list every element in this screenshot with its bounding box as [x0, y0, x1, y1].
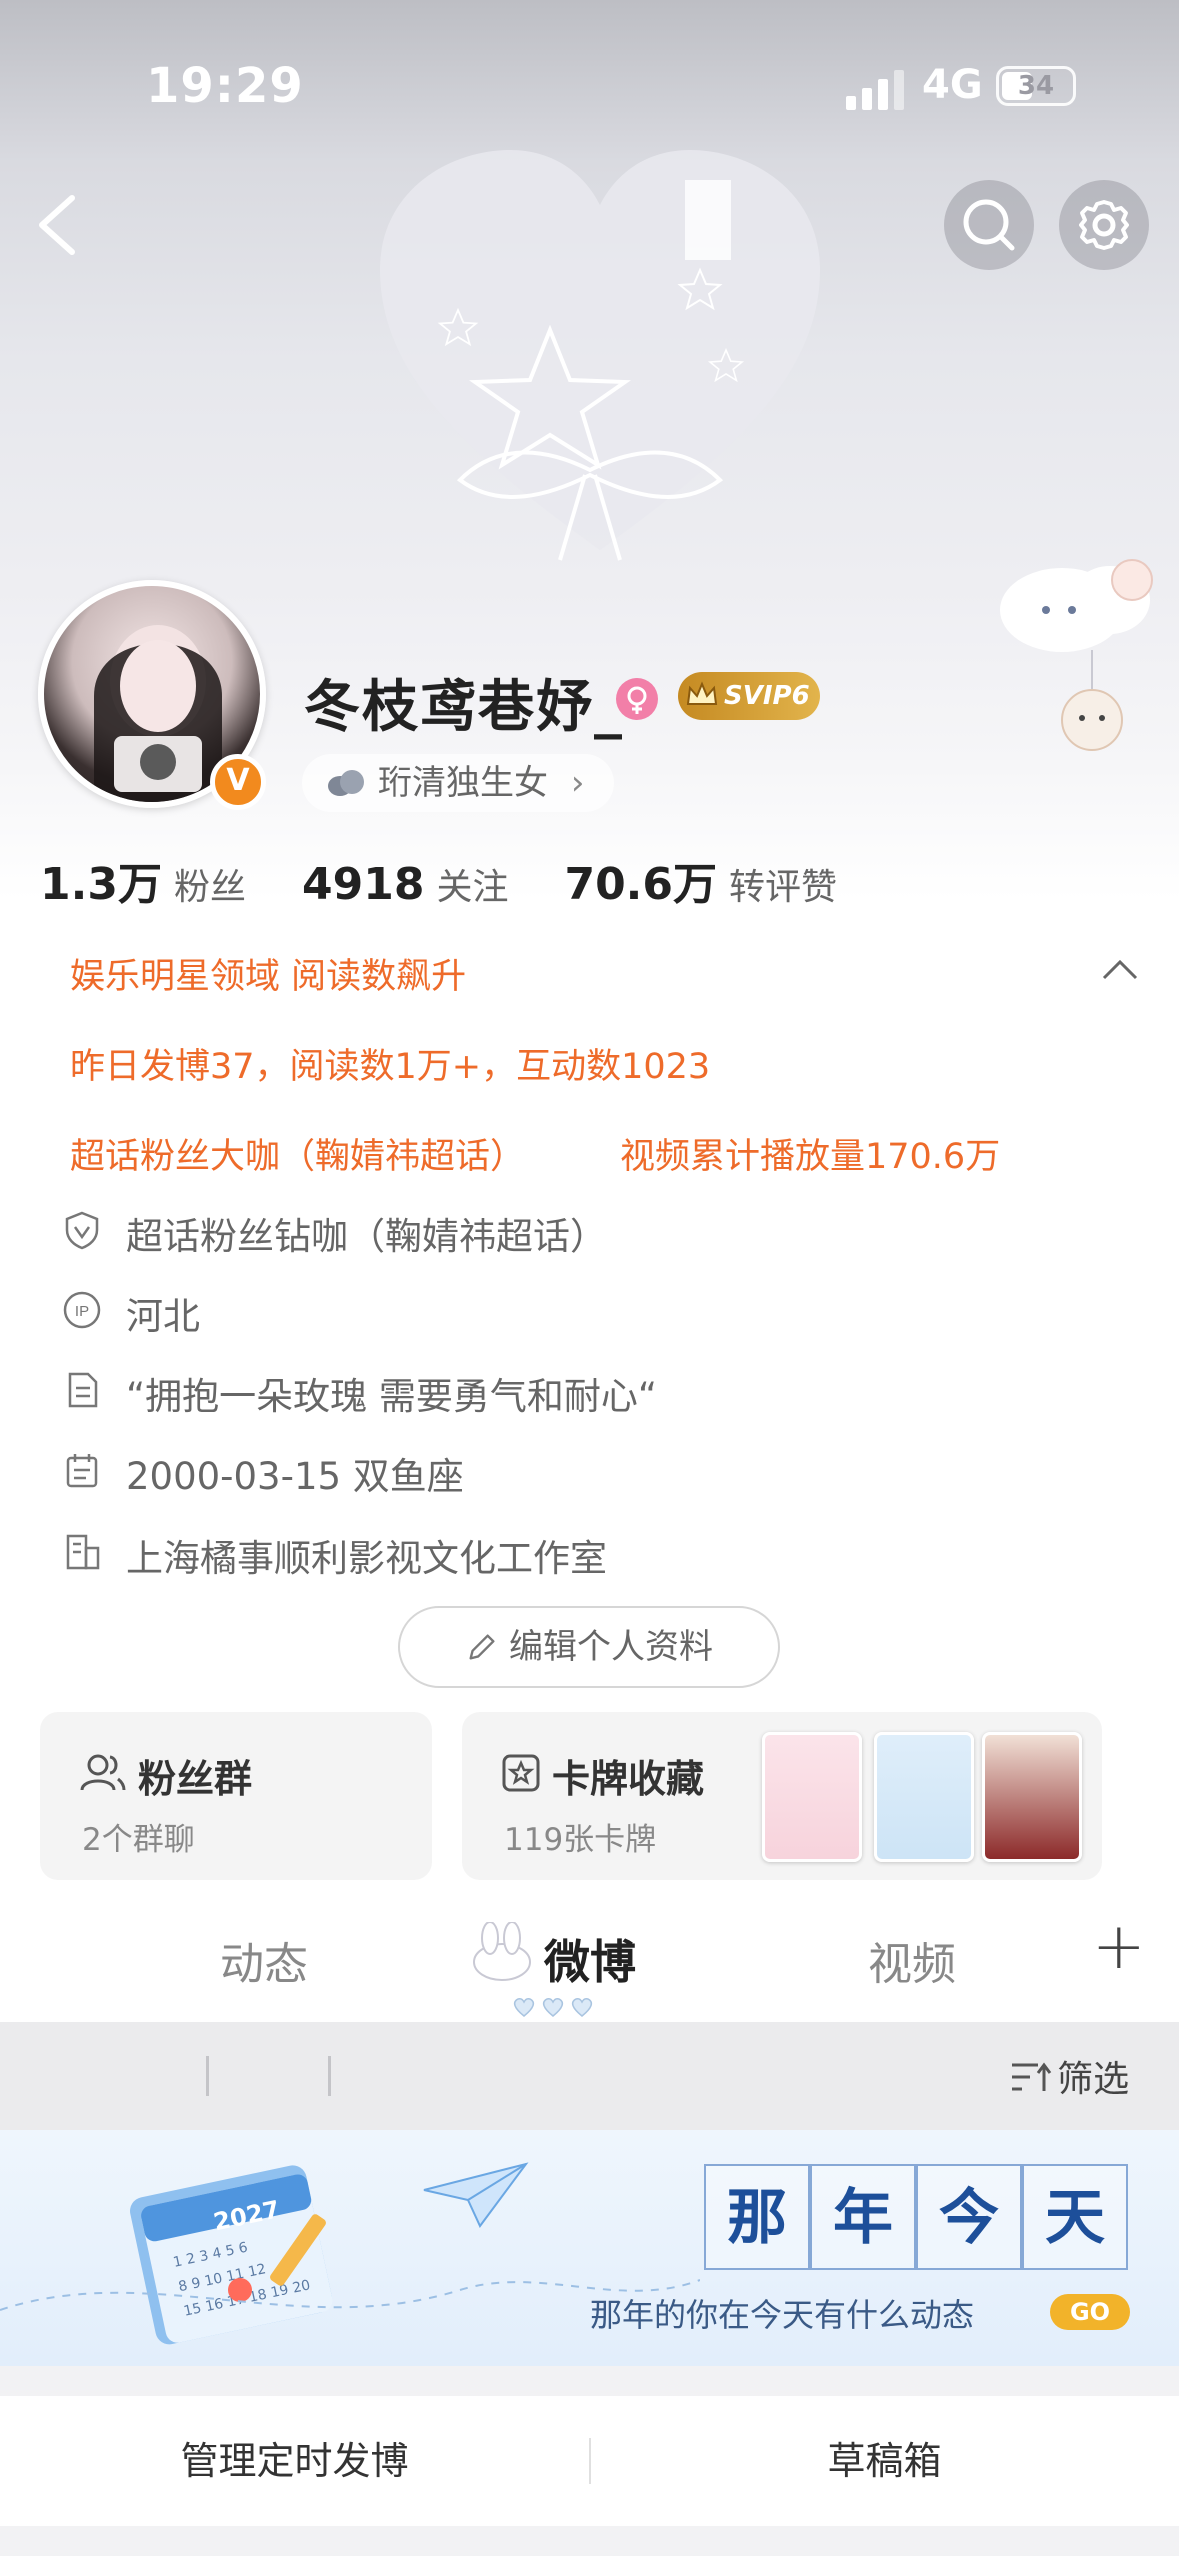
- filter-label: 筛选: [1057, 2059, 1130, 2100]
- fan-group-title: 粉丝群: [138, 1757, 253, 1801]
- collection-card-thumbnail: [874, 1732, 974, 1862]
- back-arrow-icon[interactable]: [28, 190, 88, 260]
- title-char: 天: [1022, 2164, 1128, 2270]
- collection-card-thumbnail: [762, 1732, 862, 1862]
- cloud-sticker-decoration: [1000, 559, 1153, 751]
- identity-tag-label: 珩清独生女: [378, 763, 548, 803]
- post-management-bar: 管理定时发博 草稿箱: [0, 2396, 1179, 2526]
- identity-tag-chip[interactable]: 珩清独生女 ›: [302, 754, 615, 812]
- info-birthday: 2000-03-15 双鱼座: [126, 1455, 464, 1498]
- highlight-field-trend: 娱乐明星领域 阅读数飙升: [70, 957, 467, 997]
- stat-label: 粉丝: [173, 867, 246, 908]
- paper-plane-icon: [423, 2162, 529, 2228]
- on-this-day-banner[interactable]: 2027 1 2 3 4 5 6 8 9 10 11 12 15 16 17 1…: [0, 2130, 1179, 2366]
- card-collection-card[interactable]: 卡牌收藏 119张卡牌: [462, 1712, 1102, 1880]
- go-button[interactable]: GO: [1050, 2294, 1130, 2330]
- card-collection-subtitle: 119张卡牌: [504, 1822, 657, 1858]
- stat-likes[interactable]: 70.6万 转评赞: [564, 848, 837, 912]
- fan-group-subtitle: 2个群聊: [82, 1822, 195, 1858]
- highlight-video-plays: 视频累计播放量170.6万: [620, 1137, 1001, 1177]
- stat-label: 关注: [436, 867, 509, 908]
- search-icon: [963, 199, 1015, 251]
- group-people-icon: [80, 1754, 126, 1791]
- bio-document-icon: [68, 1372, 98, 1408]
- chevron-right-icon: ›: [570, 763, 585, 803]
- username: 冬枝鸢巷妤_: [304, 675, 624, 740]
- collection-card-thumbnail: [982, 1732, 1082, 1862]
- calendar-icon: [66, 1454, 98, 1488]
- filter-sort-icon: [1012, 2062, 1052, 2091]
- company-building-icon: [66, 1534, 100, 1570]
- stat-value: 1.3万: [40, 859, 162, 910]
- svg-text:IP: IP: [75, 1303, 89, 1320]
- highlight-super-topic: 超话粉丝大咖（鞠婧祎超话）: [70, 1137, 526, 1177]
- title-char: 那: [704, 2164, 810, 2270]
- edit-profile-label: 编辑个人资料: [509, 1627, 713, 1667]
- bunny-icon: [473, 1922, 531, 1981]
- info-ip-location: 河北: [126, 1295, 200, 1338]
- status-time: 19:29: [146, 58, 304, 114]
- on-this-day-subtitle: 那年的你在今天有什么动态: [590, 2296, 975, 2334]
- battery-level: 34: [1017, 71, 1055, 101]
- section-divider: [0, 2366, 1179, 2396]
- search-button[interactable]: [944, 180, 1034, 270]
- stat-following[interactable]: 4918 关注: [302, 858, 508, 910]
- female-gender-icon: [616, 678, 658, 720]
- crown-icon: [686, 681, 718, 705]
- filter-button[interactable]: 筛选: [1008, 2050, 1129, 2100]
- svip-label: SVIP6: [724, 681, 810, 711]
- tab-video[interactable]: 视频: [868, 1928, 956, 1992]
- stat-label: 转评赞: [729, 867, 838, 908]
- settings-button[interactable]: [1059, 180, 1149, 270]
- pencil-icon: [469, 1634, 495, 1660]
- edit-profile-button[interactable]: 编辑个人资料: [398, 1606, 780, 1688]
- fan-group-card[interactable]: 粉丝群 2个群聊: [40, 1712, 432, 1880]
- ip-location-icon: IP: [63, 1291, 101, 1329]
- shield-v-icon: [65, 1211, 99, 1250]
- tab-feed[interactable]: 动态: [220, 1928, 308, 1992]
- scheduled-posts-button[interactable]: 管理定时发博: [0, 2396, 589, 2526]
- highlight-yesterday-stats: 昨日发博37，阅读数1万+，互动数1023: [70, 1047, 711, 1087]
- info-company: 上海橘事顺利影视文化工作室: [126, 1537, 607, 1580]
- cloud-icon: [328, 770, 364, 796]
- card-collection-title: 卡牌收藏: [552, 1757, 705, 1801]
- battery-icon: 34: [996, 66, 1076, 106]
- filter-bar: 筛选: [0, 2022, 1179, 2130]
- divider: [206, 2056, 209, 2096]
- stat-value: 70.6万: [564, 859, 718, 910]
- signal-icon: [846, 70, 904, 110]
- info-bio: “拥抱一朵玫瑰 需要勇气和耐心“: [126, 1375, 658, 1418]
- stat-value: 4918: [301, 859, 425, 910]
- divider: [328, 2056, 331, 2096]
- card-star-icon: [502, 1754, 540, 1792]
- verified-badge: V: [210, 754, 266, 810]
- add-tab-plus-icon[interactable]: +: [1092, 1910, 1146, 1984]
- stat-followers[interactable]: 1.3万 粉丝: [40, 848, 246, 912]
- info-super-topic: 超话粉丝钻咖（鞠婧祎超话）: [126, 1215, 607, 1258]
- drafts-button[interactable]: 草稿箱: [590, 2396, 1179, 2526]
- tab-active-hearts-indicator: [513, 1998, 593, 2017]
- gear-icon: [1079, 200, 1129, 250]
- tab-weibo[interactable]: 微博: [544, 1926, 636, 1992]
- heart-decoration: [380, 150, 820, 561]
- on-this-day-title-grid: 那 年 今 天: [704, 2164, 1132, 2272]
- svip-badge[interactable]: SVIP6: [678, 672, 820, 720]
- network-type: 4G: [922, 62, 983, 108]
- chevron-up-icon[interactable]: [1100, 958, 1140, 982]
- title-char: 年: [810, 2164, 916, 2270]
- section-divider: [0, 2526, 1179, 2556]
- title-char: 今: [916, 2164, 1022, 2270]
- stats-row: 1.3万 粉丝 4918 关注 70.6万 转评赞: [40, 848, 837, 912]
